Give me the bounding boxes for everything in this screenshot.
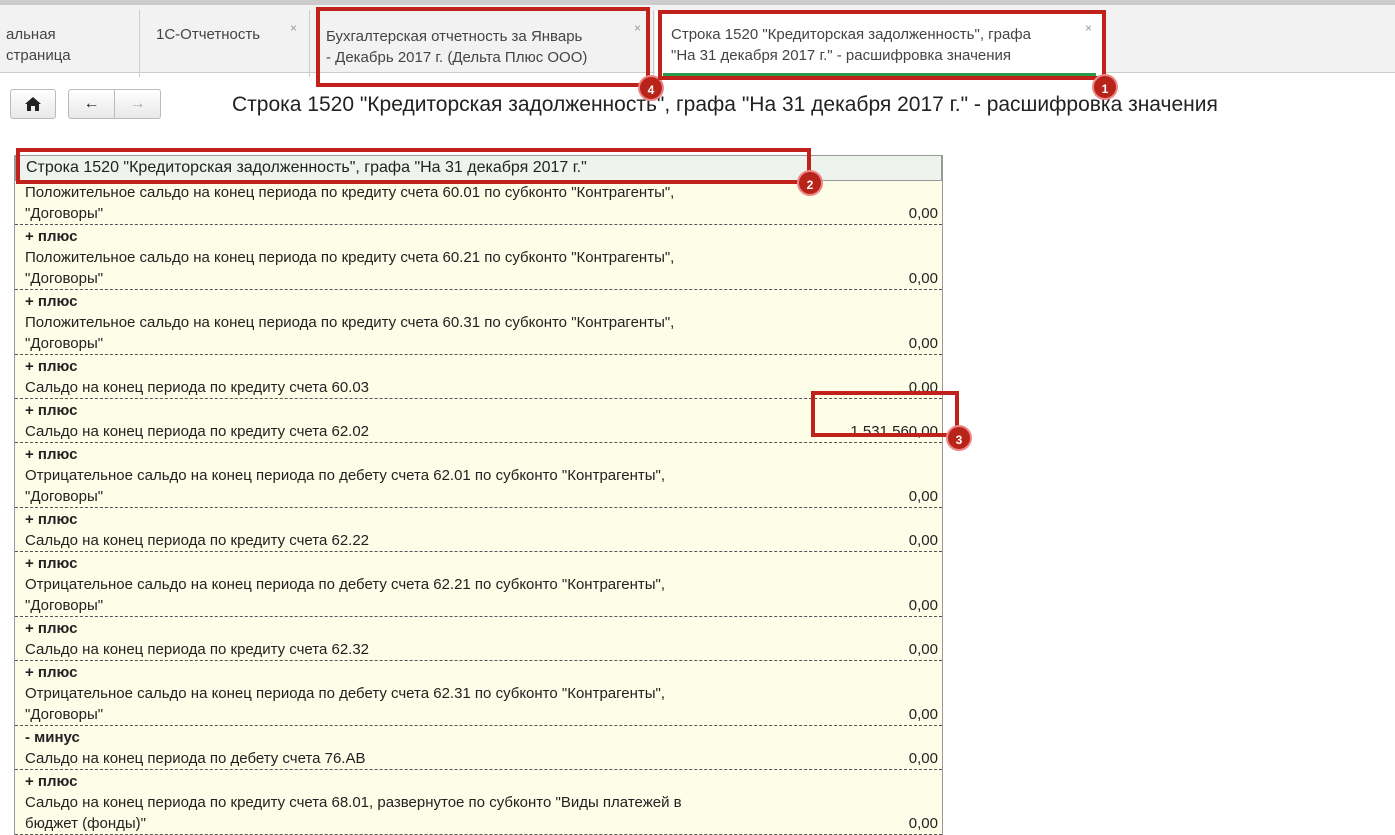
operator-label: + плюс [25,228,78,245]
row-description: Отрицательное сальдо на конец периода по… [25,467,666,505]
row-value[interactable]: 0,00 [909,377,938,398]
forward-button[interactable]: → [114,89,161,119]
close-icon[interactable]: × [634,18,641,39]
forward-arrow-icon: → [129,95,146,112]
row-value[interactable]: 0,00 [909,813,938,834]
operator-label: + плюс [25,773,78,790]
table-row[interactable]: + плюс Сальдо на конец периода по кредиту… [15,355,942,399]
tab-line-1520-breakdown[interactable]: Строка 1520 "Кредиторская задолженность"… [655,10,1105,78]
tab-label: альная страница [6,26,71,64]
table-row[interactable]: + плюс Отрицательное сальдо на конец пери… [15,443,942,508]
row-value[interactable]: 1 531 560,00 [850,421,938,442]
close-icon[interactable]: × [290,18,297,39]
tab-1c-reporting[interactable]: 1С-Отчетность × [140,10,310,77]
operator-label: - минус [25,729,80,746]
table-row[interactable]: + плюс Положительное сальдо на конец пери… [15,290,942,355]
operator-label: + плюс [25,555,78,572]
row-description: Сальдо на конец периода по кредиту счета… [25,641,370,658]
operator-label: + плюс [25,511,78,528]
row-description: Сальдо на конец периода по кредиту счета… [25,379,370,396]
tab-label: Бухгалтерская отчетность за Январь - Дек… [326,28,588,66]
home-icon [25,97,41,111]
tab-label: 1С-Отчетность [156,26,261,43]
table-row[interactable]: + плюс Сальдо на конец периода по кредиту… [15,617,942,661]
row-value[interactable]: 0,00 [909,530,938,551]
row-value[interactable]: 0,00 [909,748,938,769]
row-description: Сальдо на конец периода по кредиту счета… [25,532,370,549]
operator-label: + плюс [25,664,78,681]
back-button[interactable]: ← [68,89,115,119]
page-title: Строка 1520 "Кредиторская задолженность"… [232,93,1218,116]
row-value[interactable]: 0,00 [909,203,938,224]
tab-accounting-report[interactable]: Бухгалтерская отчетность за Январь - Дек… [310,10,654,77]
row-description: Положительное сальдо на конец периода по… [25,314,675,352]
row-value[interactable]: 0,00 [909,268,938,289]
table-row[interactable]: + плюс Отрицательное сальдо на конец пери… [15,661,942,726]
table-row[interactable]: - минус Сальдо на конец периода по дебету… [15,726,942,770]
operator-label: + плюс [25,293,78,310]
row-value[interactable]: 0,00 [909,333,938,354]
close-icon[interactable]: × [1085,18,1092,39]
annotation-badge-4: 4 [638,75,664,101]
row-value[interactable]: 0,00 [909,639,938,660]
home-button[interactable] [10,89,56,119]
row-description: Отрицательное сальдо на конец периода по… [25,576,666,614]
row-description: Сальдо на конец периода по дебету счета … [25,750,366,767]
table-row[interactable]: + плюс Положительное сальдо на конец пери… [15,225,942,290]
row-value[interactable]: 0,00 [909,595,938,616]
row-value[interactable]: 0,00 [909,486,938,507]
operator-label: + плюс [25,402,78,419]
tab-bar: альная страница 1С-Отчетность × Бухгалтер… [0,0,1395,78]
annotation-badge-3: 3 [946,425,972,451]
breakdown-table: Строка 1520 "Кредиторская задолженность"… [14,155,943,835]
row-description: Положительное сальдо на конец периода по… [25,249,675,287]
row-description: Положительное сальдо на конец периода по… [25,184,675,222]
annotation-badge-1: 1 [1092,74,1118,100]
row-description: Сальдо на конец периода по кредиту счета… [25,794,682,832]
table-row[interactable]: + плюс Сальдо на конец периода по кредиту… [15,399,942,443]
back-arrow-icon: ← [83,95,100,112]
active-tab-indicator [663,73,1096,76]
annotation-badge-2: 2 [797,170,823,196]
table-row[interactable]: + плюс Отрицательное сальдо на конец пери… [15,552,942,617]
tab-label: Строка 1520 "Кредиторская задолженность"… [671,26,1031,64]
operator-label: + плюс [25,358,78,375]
operator-label: + плюс [25,446,78,463]
row-value[interactable]: 0,00 [909,704,938,725]
tab-home-page[interactable]: альная страница [0,10,140,77]
row-description: Отрицательное сальдо на конец периода по… [25,685,666,723]
row-description: Сальдо на конец периода по кредиту счета… [25,423,370,440]
operator-label: + плюс [25,620,78,637]
table-row[interactable]: + плюс Сальдо на конец периода по кредиту… [15,508,942,552]
table-row[interactable]: + плюс Сальдо на конец периода по кредиту… [15,770,942,835]
